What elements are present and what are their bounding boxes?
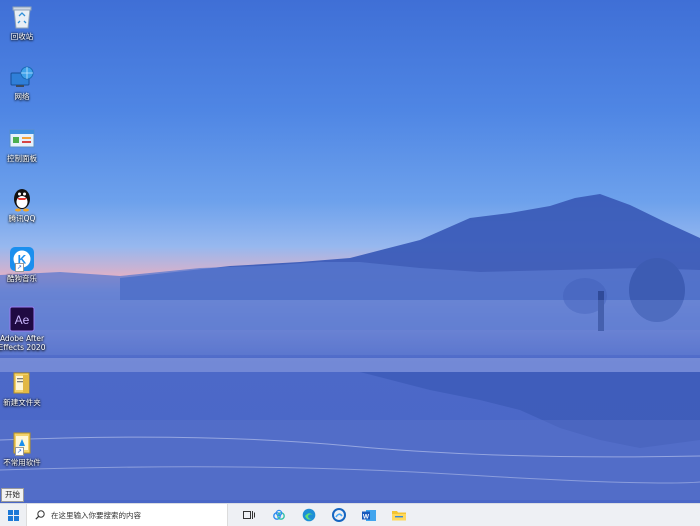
edge-icon [302,508,316,522]
network-globe-icon [9,64,35,90]
desktop-icon-control-panel[interactable]: 控制面板 [0,126,44,163]
task-view-button[interactable] [234,504,264,526]
baidu-netdisk-button[interactable] [264,504,294,526]
kugou-k-icon: K ↗ [9,246,35,272]
desktop-icon-label: 控制面板 [7,154,37,163]
desktop-icon-kugou[interactable]: K ↗ 酷狗音乐 [0,246,44,283]
desktop-icon-recycle-bin[interactable]: 回收站 [0,4,44,41]
word-icon: W [362,509,376,521]
folder-shortcut-icon: ↗ [9,430,35,456]
desktop-icon-label: 新建文件夹 [3,398,41,407]
search-placeholder: 在这里输入你要搜索的内容 [51,510,141,520]
desktop-icon-label: 网络 [14,92,30,101]
wallpaper-landscape [0,194,700,500]
qq-penguin-icon [9,186,35,212]
svg-text:Ae: Ae [15,313,30,327]
file-explorer-icon [392,511,406,521]
desktop-icon-new-folder[interactable]: 新建文件夹 [0,370,44,407]
baidu-netdisk-icon [273,509,285,520]
desktop-icon-label: Adobe After Effects 2020 [0,334,46,352]
start-tooltip: 开始 [1,488,24,502]
shortcut-arrow-icon: ↗ [15,447,24,456]
file-explorer-button[interactable] [384,504,414,526]
after-effects-icon: Ae [9,306,35,332]
desktop-icon-network[interactable]: 网络 [0,64,44,101]
desktop-icon-after-effects[interactable]: Ae Adobe After Effects 2020 [0,306,46,352]
start-button[interactable] [0,504,26,526]
desktop-icon-unused-software[interactable]: ↗ 不常用软件 [0,430,44,467]
recycle-bin-icon [9,4,35,30]
control-panel-icon [9,126,35,152]
shortcut-arrow-icon: ↗ [15,263,24,272]
desktop-icon-label: 回收站 [10,32,34,41]
taskbar: 在这里输入你要搜索的内容 W [0,503,700,526]
edge-beta-button[interactable] [324,504,354,526]
desktop-icon-label: 不常用软件 [3,458,41,467]
task-view-icon [243,511,255,519]
desktop-icon-label: 腾讯QQ [8,214,36,223]
edge-beta-icon [332,508,346,522]
folder-icon [9,370,35,396]
desktop-background: 回收站 网络 控制面板 腾讯QQ K ↗ 酷狗音乐 Ae Adobe After… [0,0,700,503]
desktop-icon-qq[interactable]: 腾讯QQ [0,186,44,223]
search-icon [35,510,45,520]
edge-browser-button[interactable] [294,504,324,526]
word-button[interactable]: W [354,504,384,526]
svg-text:W: W [363,513,370,520]
taskbar-search-box[interactable]: 在这里输入你要搜索的内容 [26,504,228,526]
windows-logo-icon [7,509,19,521]
desktop-icon-label: 酷狗音乐 [7,274,37,283]
